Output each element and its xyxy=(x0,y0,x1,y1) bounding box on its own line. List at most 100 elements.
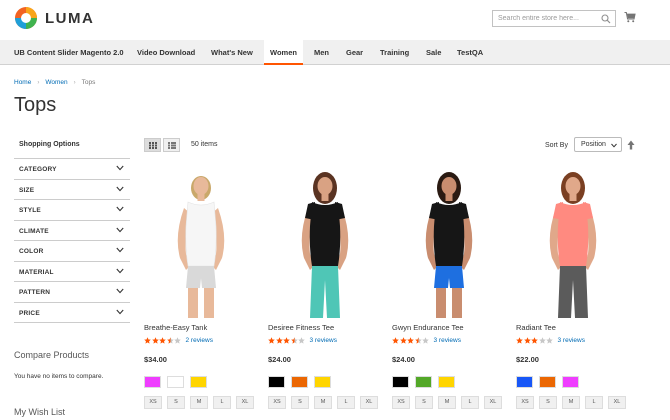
color-swatch[interactable] xyxy=(291,376,308,388)
color-swatch[interactable] xyxy=(516,376,533,388)
breadcrumb-separator-icon: › xyxy=(73,79,76,86)
reviews-link[interactable]: 3 reviews xyxy=(558,337,585,344)
nav-item-women[interactable]: Women xyxy=(264,40,303,65)
search-input[interactable] xyxy=(493,11,615,26)
size-option[interactable]: XL xyxy=(484,396,502,409)
product-name[interactable]: Radiant Tee xyxy=(516,323,556,332)
nav-item-ub-content-slider[interactable]: UB Content Slider Magento 2.0 xyxy=(14,40,124,65)
list-view-button[interactable] xyxy=(163,138,180,152)
color-swatch[interactable] xyxy=(562,376,579,388)
color-swatch[interactable] xyxy=(314,376,331,388)
star-icon xyxy=(531,337,538,344)
size-option[interactable]: S xyxy=(167,396,185,409)
breadcrumb-current: Tops xyxy=(81,79,96,86)
nav-item-training[interactable]: Training xyxy=(380,40,409,65)
color-swatch[interactable] xyxy=(539,376,556,388)
size-option[interactable]: S xyxy=(415,396,433,409)
star-icon xyxy=(414,337,422,344)
main-nav: UB Content Slider Magento 2.0 Video Down… xyxy=(0,40,670,65)
chevron-down-icon xyxy=(116,268,124,273)
reviews-link[interactable]: 3 reviews xyxy=(434,337,461,344)
filter-price[interactable]: PRICE xyxy=(14,303,130,323)
star-icon xyxy=(523,337,531,344)
product-price: $24.00 xyxy=(392,355,415,364)
nav-item-gear[interactable]: Gear xyxy=(346,40,363,65)
color-swatch[interactable] xyxy=(415,376,432,388)
size-option[interactable]: S xyxy=(291,396,309,409)
breadcrumb-women[interactable]: Women xyxy=(45,79,67,86)
size-option[interactable]: M xyxy=(314,396,332,409)
star-icon xyxy=(407,337,414,344)
star-icon xyxy=(166,337,174,344)
chevron-down-icon xyxy=(611,143,617,148)
page-title: Tops xyxy=(14,94,57,116)
size-option[interactable]: M xyxy=(562,396,580,409)
cart-icon[interactable] xyxy=(624,11,636,23)
product-image[interactable] xyxy=(144,166,258,318)
sort-select[interactable]: Position xyxy=(574,137,622,152)
color-swatch[interactable] xyxy=(190,376,207,388)
star-icon xyxy=(298,337,305,344)
compare-empty-text: You have no items to compare. xyxy=(14,373,104,380)
nav-item-video-download[interactable]: Video Download xyxy=(137,40,195,65)
product-rating: 3 reviews xyxy=(392,337,461,344)
nav-item-whats-new[interactable]: What's New xyxy=(211,40,253,65)
size-option[interactable]: XL xyxy=(608,396,626,409)
size-option[interactable]: L xyxy=(461,396,479,409)
size-option[interactable]: M xyxy=(190,396,208,409)
product-name[interactable]: Gwyn Endurance Tee xyxy=(392,323,464,332)
color-swatch[interactable] xyxy=(392,376,409,388)
size-option[interactable]: XS xyxy=(516,396,534,409)
grid-icon xyxy=(149,142,157,149)
size-options: XS S M L XL xyxy=(144,396,259,409)
star-icon xyxy=(546,337,553,344)
color-swatch[interactable] xyxy=(268,376,285,388)
chevron-down-icon xyxy=(116,247,124,253)
star-icon xyxy=(283,337,290,344)
size-option[interactable]: XL xyxy=(360,396,378,409)
nav-item-testqa[interactable]: TestQA xyxy=(457,40,483,65)
size-option[interactable]: L xyxy=(213,396,231,409)
breadcrumb-home[interactable]: Home xyxy=(14,79,31,86)
filter-climate[interactable]: CLIMATE xyxy=(14,221,130,241)
filter-style[interactable]: STYLE xyxy=(14,200,130,221)
product-image[interactable] xyxy=(268,166,382,318)
nav-item-sale[interactable]: Sale xyxy=(426,40,441,65)
filter-size[interactable]: SIZE xyxy=(14,180,130,200)
size-option[interactable]: XS xyxy=(392,396,410,409)
star-icon xyxy=(290,337,298,344)
size-option[interactable]: XS xyxy=(268,396,286,409)
star-icon xyxy=(159,337,166,344)
compare-products-title: Compare Products xyxy=(14,350,90,360)
wishlist-title: My Wish List xyxy=(14,407,66,417)
filter-label: STYLE xyxy=(19,207,41,214)
size-option[interactable]: XS xyxy=(144,396,162,409)
color-swatch[interactable] xyxy=(167,376,184,388)
filter-color[interactable]: COLOR xyxy=(14,241,130,262)
product-image[interactable] xyxy=(516,166,630,318)
search-icon[interactable] xyxy=(601,14,611,24)
product-name[interactable]: Desiree Fitness Tee xyxy=(268,323,334,332)
luma-logo-icon xyxy=(15,7,37,29)
size-option[interactable]: XL xyxy=(236,396,254,409)
reviews-link[interactable]: 3 reviews xyxy=(310,337,337,344)
sort-direction-arrow-icon[interactable] xyxy=(627,140,635,150)
logo[interactable]: LUMA xyxy=(14,6,94,30)
product-image[interactable] xyxy=(392,166,506,318)
size-option[interactable]: S xyxy=(539,396,557,409)
filter-label: SIZE xyxy=(19,186,35,194)
color-swatch[interactable] xyxy=(144,376,161,388)
product-name[interactable]: Breathe-Easy Tank xyxy=(144,323,207,332)
filter-category[interactable]: CATEGORY xyxy=(14,159,130,180)
size-option[interactable]: L xyxy=(585,396,603,409)
reviews-link[interactable]: 2 reviews xyxy=(186,337,213,344)
nav-item-men[interactable]: Men xyxy=(314,40,329,65)
items-count: 50 items xyxy=(191,141,218,148)
size-option[interactable]: M xyxy=(438,396,456,409)
filter-pattern[interactable]: PATTERN xyxy=(14,282,130,303)
chevron-down-icon xyxy=(116,206,124,212)
grid-view-button[interactable] xyxy=(144,138,161,152)
color-swatch[interactable] xyxy=(438,376,455,388)
filter-material[interactable]: MATERIAL xyxy=(14,262,130,282)
size-option[interactable]: L xyxy=(337,396,355,409)
